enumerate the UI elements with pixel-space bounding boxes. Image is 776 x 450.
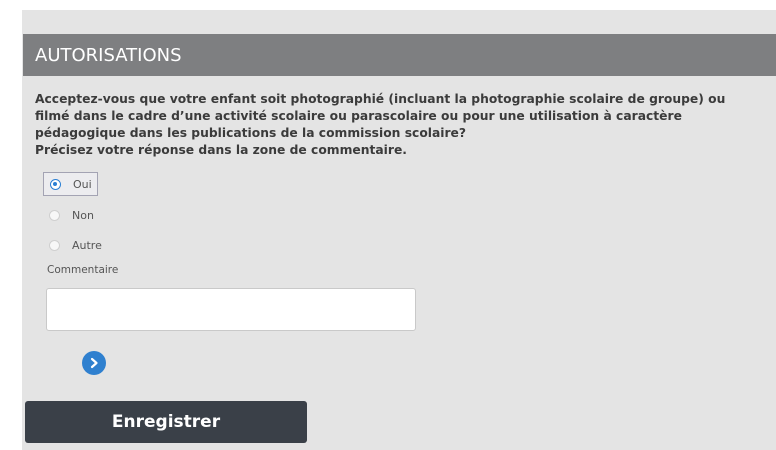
question-instruction: Précisez votre réponse dans la zone de c… — [35, 143, 407, 157]
section-header: AUTORISATIONS — [23, 34, 776, 76]
panel-pointer-notch — [62, 0, 80, 10]
radio-option-autre[interactable]: Autre — [43, 233, 107, 257]
comment-field[interactable] — [46, 288, 416, 331]
save-button[interactable]: Enregistrer — [25, 401, 307, 443]
radio-option-non[interactable]: Non — [43, 203, 99, 227]
radio-label: Oui — [73, 177, 92, 191]
radio-unchecked-icon[interactable] — [49, 239, 60, 251]
chevron-right-icon — [90, 357, 98, 369]
radio-checked-icon[interactable] — [50, 178, 61, 190]
radio-unchecked-icon[interactable] — [49, 209, 60, 221]
radio-option-oui[interactable]: Oui — [43, 172, 98, 196]
radio-label: Autre — [72, 238, 102, 252]
next-button[interactable] — [82, 351, 106, 375]
radio-label: Non — [72, 208, 94, 222]
question-line: Acceptez-vous que votre enfant soit phot… — [35, 92, 726, 106]
question-text: Acceptez-vous que votre enfant soit phot… — [35, 91, 750, 159]
question-line: pédagogique dans les publications de la … — [35, 126, 467, 140]
comment-label: Commentaire — [47, 264, 119, 276]
question-line: filmé dans le cadre d’une activité scola… — [35, 109, 682, 123]
